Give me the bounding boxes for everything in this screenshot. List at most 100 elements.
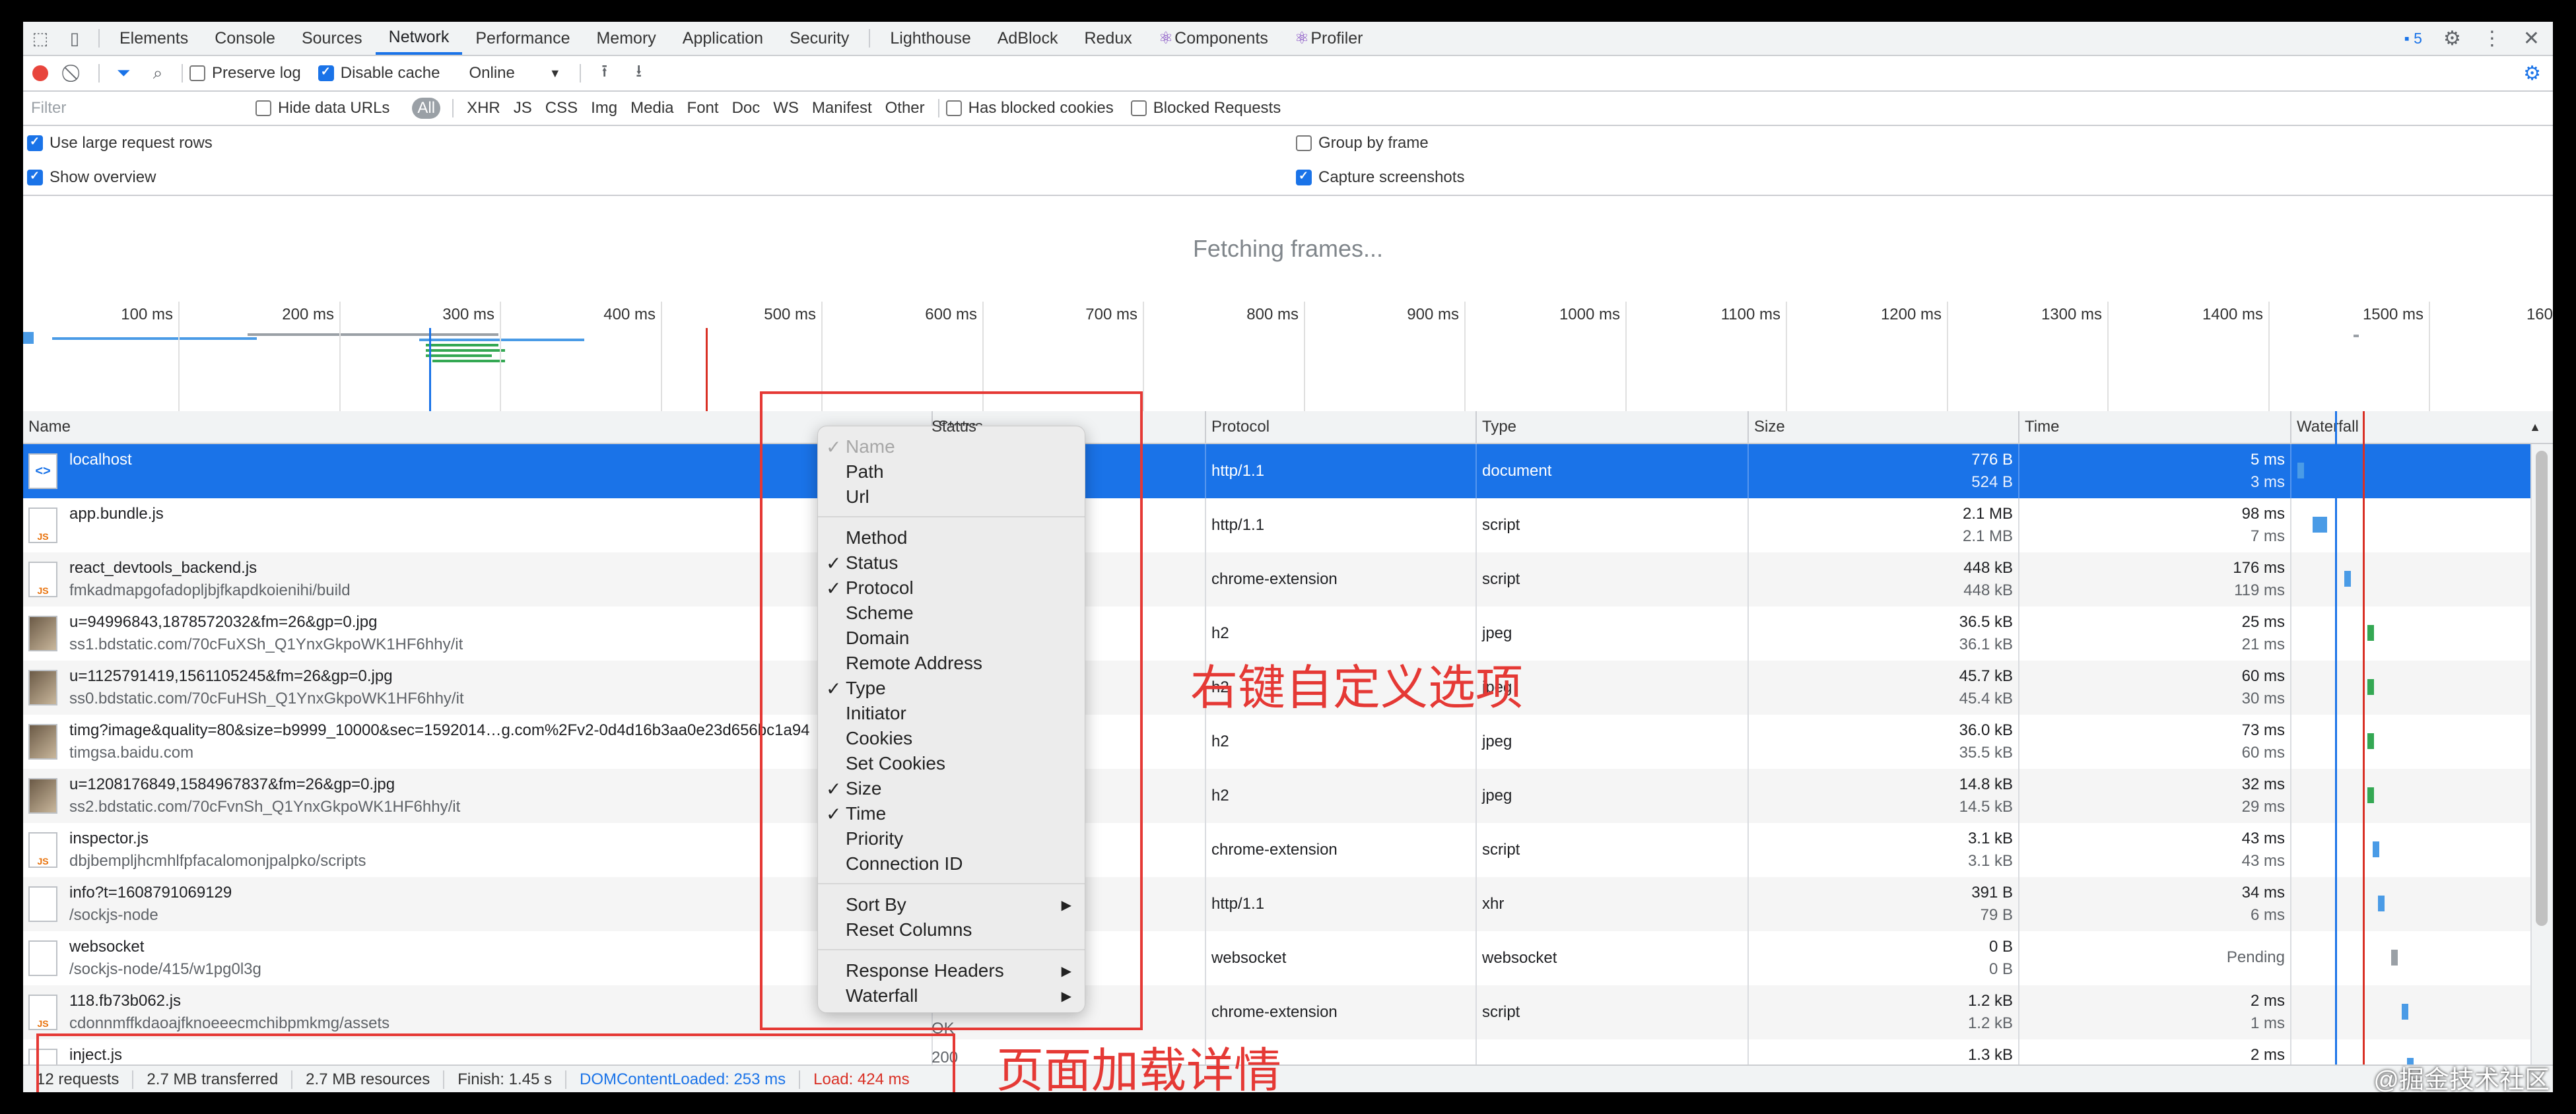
timeline-overview[interactable]: 100 ms 200 ms 300 ms 400 ms 500 ms 600 ms 700 … — [23, 302, 2553, 412]
request-size: 36.5 kB — [1959, 613, 2013, 631]
group-by-frame-checkbox[interactable]: Group by frame — [1296, 134, 1429, 152]
column-header-type[interactable]: Type — [1475, 411, 1747, 443]
dcl-line — [2335, 411, 2337, 1065]
column-header-waterfall[interactable]: Waterfall ▲ — [2290, 411, 2553, 443]
tab-console[interactable]: Console — [201, 22, 288, 55]
sort-ascending-icon: ▲ — [2529, 420, 2541, 434]
tab-elements[interactable]: Elements — [106, 22, 201, 55]
tab-performance[interactable]: Performance — [462, 22, 583, 55]
checkbox-box — [27, 135, 43, 151]
record-button[interactable] — [23, 56, 57, 90]
column-header-time[interactable]: Time — [2018, 411, 2290, 443]
request-row[interactable]: JS app.bundle.js http/1.1 script 2.1 MB 2.1 M… — [23, 498, 2532, 552]
overview-tick-label: 800 ms — [1246, 306, 1299, 323]
request-path: ss0.bdstatic.com/70cFuHSh_Q1YnxGkpoWK1HF… — [69, 690, 464, 707]
request-row[interactable]: timg?image&quality=80&size=b9999_10000&s… — [23, 715, 2532, 769]
overview-tick-label: 1200 ms — [1880, 306, 1942, 323]
request-row[interactable]: info?t=1608791069129/sockjs-node http/1.1… — [23, 877, 2532, 931]
annotation-box-statusbar — [36, 1033, 955, 1092]
tab-application[interactable]: Application — [669, 22, 776, 55]
checkbox-box — [189, 65, 205, 81]
tab-memory[interactable]: Memory — [583, 22, 669, 55]
overview-bar — [432, 360, 505, 362]
settings-gear-icon[interactable]: ⚙ — [2443, 27, 2461, 50]
tab-network[interactable]: Network — [375, 22, 463, 55]
column-header-size[interactable]: Size — [1747, 411, 2018, 443]
request-row[interactable]: websocket/sockjs-node/415/w1pg0l3g websoc… — [23, 931, 2532, 985]
tab-lighthouse[interactable]: Lighthouse — [877, 22, 984, 55]
request-type: jpeg — [1482, 733, 1512, 750]
tab-label: Application — [682, 28, 764, 48]
column-header-protocol[interactable]: Protocol — [1205, 411, 1475, 443]
large-rows-checkbox[interactable]: Use large request rows — [27, 134, 213, 152]
request-row[interactable]: <> localhost http/1.1 document 776 B 524 B 5 m… — [23, 444, 2532, 498]
device-toolbar-icon[interactable]: ▯ — [57, 22, 92, 55]
clear-button[interactable]: ⃠ — [57, 56, 92, 90]
request-name: info?t=1608791069129 — [69, 884, 232, 901]
request-row[interactable]: u=1208176849,1584967837&fm=26&gp=0.jpg ss… — [23, 769, 2532, 823]
filter-type-ws[interactable]: WS — [766, 99, 805, 117]
filter-type-xhr[interactable]: XHR — [460, 99, 507, 117]
preserve-log-checkbox[interactable]: Preserve log — [189, 64, 301, 82]
overview-gridline — [1304, 302, 1305, 411]
filter-type-doc[interactable]: Doc — [726, 99, 767, 117]
filter-type-css[interactable]: CSS — [539, 99, 584, 117]
divider — [937, 99, 939, 117]
show-overview-label: Show overview — [50, 168, 156, 186]
request-type: script — [1482, 570, 1520, 588]
request-protocol: h2 — [1211, 787, 1229, 804]
request-protocol: http/1.1 — [1211, 462, 1265, 480]
import-har-button[interactable]: ⭱ — [588, 56, 622, 90]
overview-tick-label: 500 ms — [764, 306, 816, 323]
tab-adblock[interactable]: AdBlock — [984, 22, 1071, 55]
tab-sources[interactable]: Sources — [288, 22, 376, 55]
request-size: 2.1 MB — [1962, 505, 2013, 523]
export-har-button[interactable]: ⭳ — [622, 56, 656, 90]
throttling-select[interactable]: Online ▼ — [469, 64, 560, 82]
has-blocked-cookies-label: Has blocked cookies — [968, 99, 1114, 117]
filter-icon: ⏷ — [116, 63, 131, 82]
tab-profiler[interactable]: ⚛ Profiler — [1281, 22, 1376, 55]
request-latency: 29 ms — [2241, 798, 2285, 816]
tab-label: Redux — [1084, 28, 1132, 48]
filter-type-all[interactable]: All — [412, 98, 441, 119]
tab-redux[interactable]: Redux — [1071, 22, 1145, 55]
issues-badge[interactable]: ▪ 5 — [2404, 30, 2422, 48]
capture-screenshots-checkbox[interactable]: Capture screenshots — [1296, 168, 1464, 187]
request-size: 45.7 kB — [1959, 667, 2013, 685]
table-scrollbar[interactable] — [2530, 444, 2553, 1065]
file-icon — [28, 886, 57, 922]
tab-label: Network — [388, 27, 450, 46]
inspect-element-icon[interactable]: ⬚ — [23, 22, 57, 55]
more-options-icon[interactable]: ⋮ — [2482, 27, 2502, 50]
request-latency: 43 ms — [2241, 852, 2285, 870]
request-row[interactable]: JS react_devtools_backend.js fmkadmapgofad… — [23, 552, 2532, 606]
request-row[interactable]: JS inspector.js dbjbempljhcmhlfpfacalomonj… — [23, 823, 2532, 877]
image-file-icon — [28, 778, 57, 814]
filter-input[interactable]: Filter — [27, 96, 249, 120]
divider — [869, 29, 871, 48]
has-blocked-cookies-checkbox[interactable]: Has blocked cookies — [945, 99, 1114, 117]
hide-data-urls-checkbox[interactable]: Hide data URLs — [255, 99, 390, 117]
blocked-requests-checkbox[interactable]: Blocked Requests — [1130, 99, 1281, 117]
tab-security[interactable]: Security — [776, 22, 862, 55]
request-name: 118.fb73b062.js — [69, 992, 182, 1010]
disable-cache-checkbox[interactable]: Disable cache — [318, 64, 440, 82]
filter-type-manifest[interactable]: Manifest — [805, 99, 879, 117]
filter-type-js[interactable]: JS — [507, 99, 539, 117]
filter-type-img[interactable]: Img — [584, 99, 624, 117]
tab-components[interactable]: ⚛ Components — [1145, 22, 1281, 55]
scrollbar-thumb[interactable] — [2536, 451, 2548, 926]
filter-toggle-button[interactable]: ⏷ — [106, 56, 141, 90]
search-button[interactable]: ⌕ — [141, 56, 175, 90]
overview-gridline — [1947, 302, 1948, 411]
network-settings-gear-icon[interactable]: ⚙ — [2523, 56, 2541, 90]
show-overview-checkbox[interactable]: Show overview — [27, 168, 156, 187]
filter-type-other[interactable]: Other — [879, 99, 932, 117]
request-time: 98 ms — [2241, 505, 2285, 523]
divider — [98, 64, 100, 82]
network-toolbar: ⃠ ⏷ ⌕ Preserve log Disable cache Online ▼… — [23, 56, 2553, 92]
close-icon[interactable]: ✕ — [2523, 27, 2540, 50]
filter-type-media[interactable]: Media — [624, 99, 680, 117]
filter-type-font[interactable]: Font — [681, 99, 726, 117]
